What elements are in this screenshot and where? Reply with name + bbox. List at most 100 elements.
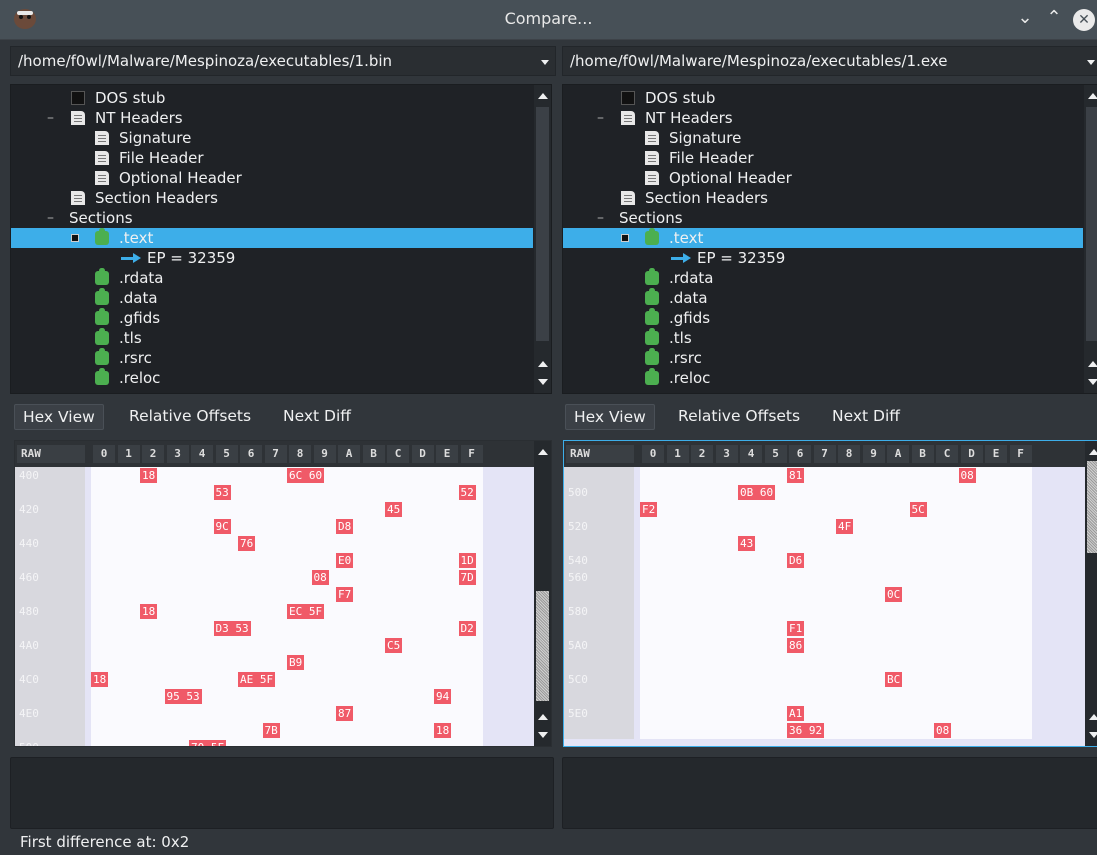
hex-row[interactable]: 43 [564, 535, 1085, 552]
collapse-node-icon[interactable] [71, 234, 79, 242]
tree-scrollbar[interactable] [1084, 85, 1097, 393]
hex-body[interactable]: 400 18 6C 60 53 52 420 45 9C D8 440 76 E0 1D 460 08 7D F… [15, 467, 534, 746]
tree-item-entry-point[interactable]: EP = 32359 [563, 248, 1083, 268]
diff-byte[interactable]: 0C [885, 587, 903, 602]
diff-byte[interactable]: F7 [336, 587, 354, 602]
minimize-button[interactable]: ⌄ [1014, 8, 1036, 28]
scroll-thumb[interactable] [1086, 107, 1097, 341]
tree-item-signature[interactable]: Signature [563, 128, 1083, 148]
scroll-up-icon[interactable] [1089, 714, 1097, 720]
tab-hex-view[interactable]: Hex View [565, 404, 655, 430]
next-diff-button[interactable]: Next Diff [824, 404, 908, 430]
tab-relative-offsets[interactable]: Relative Offsets [121, 404, 259, 430]
hex-row[interactable]: E0 1D [15, 552, 534, 569]
hex-row[interactable]: 500 70 5F [15, 739, 534, 746]
diff-byte[interactable]: F1 [787, 621, 805, 636]
tree-item-tls[interactable]: .tls [563, 328, 1083, 348]
hex-row[interactable]: 460 08 7D [15, 569, 534, 586]
scroll-up-icon[interactable] [538, 361, 548, 367]
scroll-down-icon[interactable] [538, 379, 548, 385]
diff-byte[interactable]: E0 [336, 553, 354, 568]
tree-item-sections[interactable]: – Sections [563, 208, 1083, 228]
maximize-button[interactable]: ⌃ [1043, 8, 1065, 28]
tree-item-optional-header[interactable]: Optional Header [11, 168, 533, 188]
hex-row[interactable]: 5A0 86 [564, 637, 1085, 654]
tree-item-rdata[interactable]: .rdata [11, 268, 533, 288]
diff-byte[interactable]: 81 [787, 468, 805, 483]
tree-item-rsrc[interactable]: .rsrc [563, 348, 1083, 368]
hex-row[interactable]: 53 52 [15, 484, 534, 501]
tree-item-data[interactable]: .data [563, 288, 1083, 308]
hex-body[interactable]: 81 08 500 0B 60 F2 5C 520 4F 43 540 D6 560 0C 580 F1 5A… [564, 467, 1085, 746]
diff-byte[interactable]: 76 [238, 536, 256, 551]
diff-byte[interactable]: 43 [738, 536, 756, 551]
scroll-thumb[interactable] [1087, 461, 1097, 553]
tree-item-dos-stub[interactable]: DOS stub [563, 88, 1083, 108]
diff-byte[interactable]: 08 [958, 468, 976, 483]
tree-item-reloc[interactable]: .reloc [563, 368, 1083, 388]
chevron-down-icon[interactable] [541, 60, 549, 65]
diff-byte[interactable]: B9 [287, 655, 305, 670]
chevron-down-icon[interactable] [1087, 60, 1095, 65]
hex-row[interactable]: 500 0B 60 [564, 484, 1085, 501]
tree-item-tls[interactable]: .tls [11, 328, 533, 348]
hex-row[interactable] [564, 688, 1085, 705]
hex-row[interactable]: 36 92 08 [564, 722, 1085, 739]
diff-byte[interactable]: 1D [458, 553, 476, 568]
scroll-up-icon[interactable] [538, 449, 548, 455]
diff-byte[interactable]: 08 [934, 723, 952, 738]
hex-row[interactable]: 5C0 BC [564, 671, 1085, 688]
tree-item-reloc[interactable]: .reloc [11, 368, 533, 388]
close-button[interactable]: ✕ [1073, 9, 1095, 31]
diff-byte[interactable]: BC [885, 672, 903, 687]
tree-item-rsrc[interactable]: .rsrc [11, 348, 533, 368]
next-diff-button[interactable]: Next Diff [275, 404, 359, 430]
hex-row[interactable]: 4E0 87 [15, 705, 534, 722]
tree-item-signature[interactable]: Signature [11, 128, 533, 148]
hex-row[interactable]: 5E0 A1 [564, 705, 1085, 722]
diff-byte[interactable]: 4F [836, 519, 854, 534]
diff-byte[interactable]: 87 [336, 706, 354, 721]
diff-byte[interactable]: AE 5F [238, 672, 276, 687]
diff-byte[interactable]: 9C [213, 519, 231, 534]
hex-row[interactable]: 440 76 [15, 535, 534, 552]
hex-row[interactable]: F1 [564, 620, 1085, 637]
hex-row[interactable]: B9 [15, 654, 534, 671]
diff-byte[interactable]: 18 [140, 604, 158, 619]
hex-row[interactable]: 420 45 [15, 501, 534, 518]
diff-byte[interactable]: 0B 60 [738, 485, 776, 500]
hex-row[interactable]: 520 4F [564, 518, 1085, 535]
hex-row[interactable]: 540 D6 [564, 552, 1085, 569]
diff-byte[interactable]: D3 53 [213, 621, 251, 636]
hex-row[interactable]: F7 [15, 586, 534, 603]
left-structure-tree[interactable]: DOS stub – NT Headers Signature File Hea… [10, 84, 552, 394]
right-structure-tree[interactable]: DOS stub – NT Headers Signature File Hea… [562, 84, 1097, 394]
tree-item-file-header[interactable]: File Header [563, 148, 1083, 168]
tree-item-gfids[interactable]: .gfids [11, 308, 533, 328]
hex-row[interactable]: 4C0 18 AE 5F [15, 671, 534, 688]
title-bar[interactable]: Compare... ⌄ ⌃ ✕ [0, 0, 1097, 40]
hex-row[interactable]: 580 [564, 603, 1085, 620]
tree-item-nt-headers[interactable]: – NT Headers [563, 108, 1083, 128]
tree-scrollbar[interactable] [534, 85, 551, 393]
diff-byte[interactable]: 70 5F [189, 740, 227, 746]
scroll-up-icon[interactable] [1088, 361, 1097, 367]
diff-byte[interactable]: 18 [91, 672, 109, 687]
tab-relative-offsets[interactable]: Relative Offsets [670, 404, 808, 430]
tree-item-nt-headers[interactable]: – NT Headers [11, 108, 533, 128]
diff-byte[interactable]: D2 [458, 621, 476, 636]
collapse-icon[interactable]: – [47, 208, 54, 228]
tree-item-data[interactable]: .data [11, 288, 533, 308]
diff-byte[interactable]: 53 [213, 485, 231, 500]
diff-byte[interactable]: 5C [909, 502, 927, 517]
scroll-down-icon[interactable] [1089, 732, 1097, 738]
diff-byte[interactable]: 52 [458, 485, 476, 500]
scroll-thumb[interactable] [536, 591, 549, 701]
hex-row[interactable]: 560 [564, 569, 1085, 586]
diff-byte[interactable]: D8 [336, 519, 354, 534]
tree-item-sections[interactable]: – Sections [11, 208, 533, 228]
hex-row[interactable]: 480 18 EC 5F [15, 603, 534, 620]
collapse-icon[interactable]: – [47, 108, 54, 128]
diff-byte[interactable]: 36 92 [787, 723, 825, 738]
diff-byte[interactable]: 18 [140, 468, 158, 483]
